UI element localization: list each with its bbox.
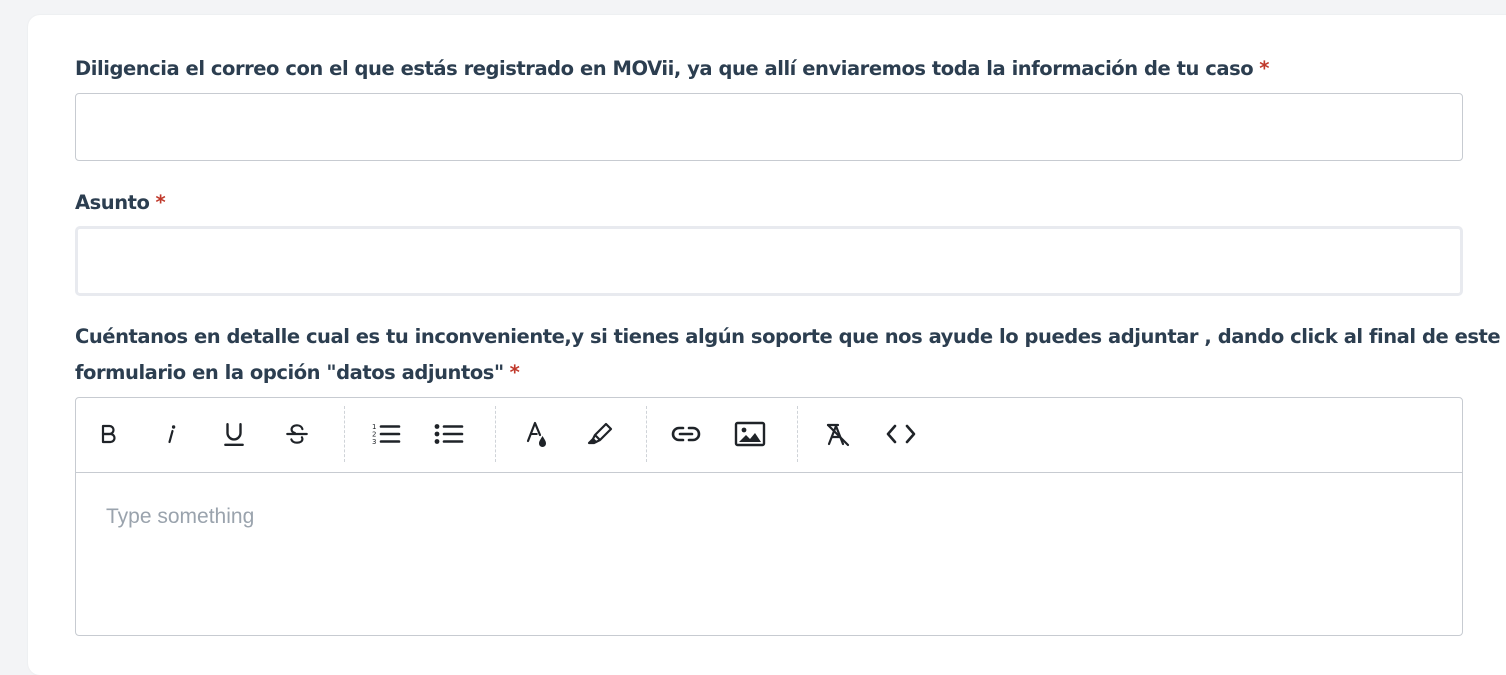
toolbar-divider xyxy=(344,406,345,462)
strikethrough-icon xyxy=(286,424,308,444)
subject-field[interactable] xyxy=(75,226,1463,296)
required-marker: * xyxy=(155,191,166,214)
email-label-text: Diligencia el correo con el que estás re… xyxy=(75,57,1254,80)
subject-label-text: Asunto xyxy=(75,191,150,214)
description-label-text: Cuéntanos en detalle cual es tu inconven… xyxy=(75,325,1501,348)
italic-icon xyxy=(168,425,176,444)
bullet-list-icon xyxy=(434,424,464,444)
svg-text:3: 3 xyxy=(372,438,376,446)
required-marker: * xyxy=(1259,57,1269,80)
ordered-list-icon: 123 xyxy=(372,423,401,446)
ordered-list-button[interactable]: 123 xyxy=(368,416,404,452)
subject-label: Asunto * xyxy=(75,185,166,221)
link-icon xyxy=(671,426,701,442)
editor-toolbar: 123 xyxy=(76,398,1462,473)
email-field[interactable] xyxy=(75,93,1463,161)
underline-icon xyxy=(224,423,244,447)
image-button[interactable] xyxy=(732,416,768,452)
bold-icon xyxy=(101,424,116,444)
link-button[interactable] xyxy=(668,416,704,452)
code-view-button[interactable] xyxy=(883,416,919,452)
editor-placeholder: Type something xyxy=(106,505,255,528)
underline-button[interactable] xyxy=(216,416,252,452)
rich-text-editor: 123 Type something xyxy=(75,397,1463,636)
image-icon xyxy=(734,421,766,447)
text-color-button[interactable] xyxy=(519,416,555,452)
clear-format-button[interactable] xyxy=(820,416,856,452)
email-label: Diligencia el correo con el que estás re… xyxy=(75,51,1269,87)
toolbar-divider xyxy=(646,406,647,462)
highlight-button[interactable] xyxy=(582,416,618,452)
clear-format-icon xyxy=(826,423,850,447)
bullet-list-button[interactable] xyxy=(431,416,467,452)
description-label-line2: formulario en la opción "datos adjuntos"… xyxy=(75,355,520,391)
italic-button[interactable] xyxy=(153,416,189,452)
strikethrough-button[interactable] xyxy=(279,416,315,452)
description-label-line1: Cuéntanos en detalle cual es tu inconven… xyxy=(75,319,1501,355)
editor-content-area[interactable]: Type something xyxy=(76,473,1462,635)
required-marker: * xyxy=(509,361,520,384)
highlight-icon xyxy=(587,422,613,445)
code-view-icon xyxy=(886,424,916,444)
toolbar-divider xyxy=(797,406,798,462)
bold-button[interactable] xyxy=(90,416,126,452)
description-label-text: formulario en la opción "datos adjuntos" xyxy=(75,361,504,384)
text-color-icon xyxy=(526,421,546,447)
toolbar-divider xyxy=(495,406,496,462)
